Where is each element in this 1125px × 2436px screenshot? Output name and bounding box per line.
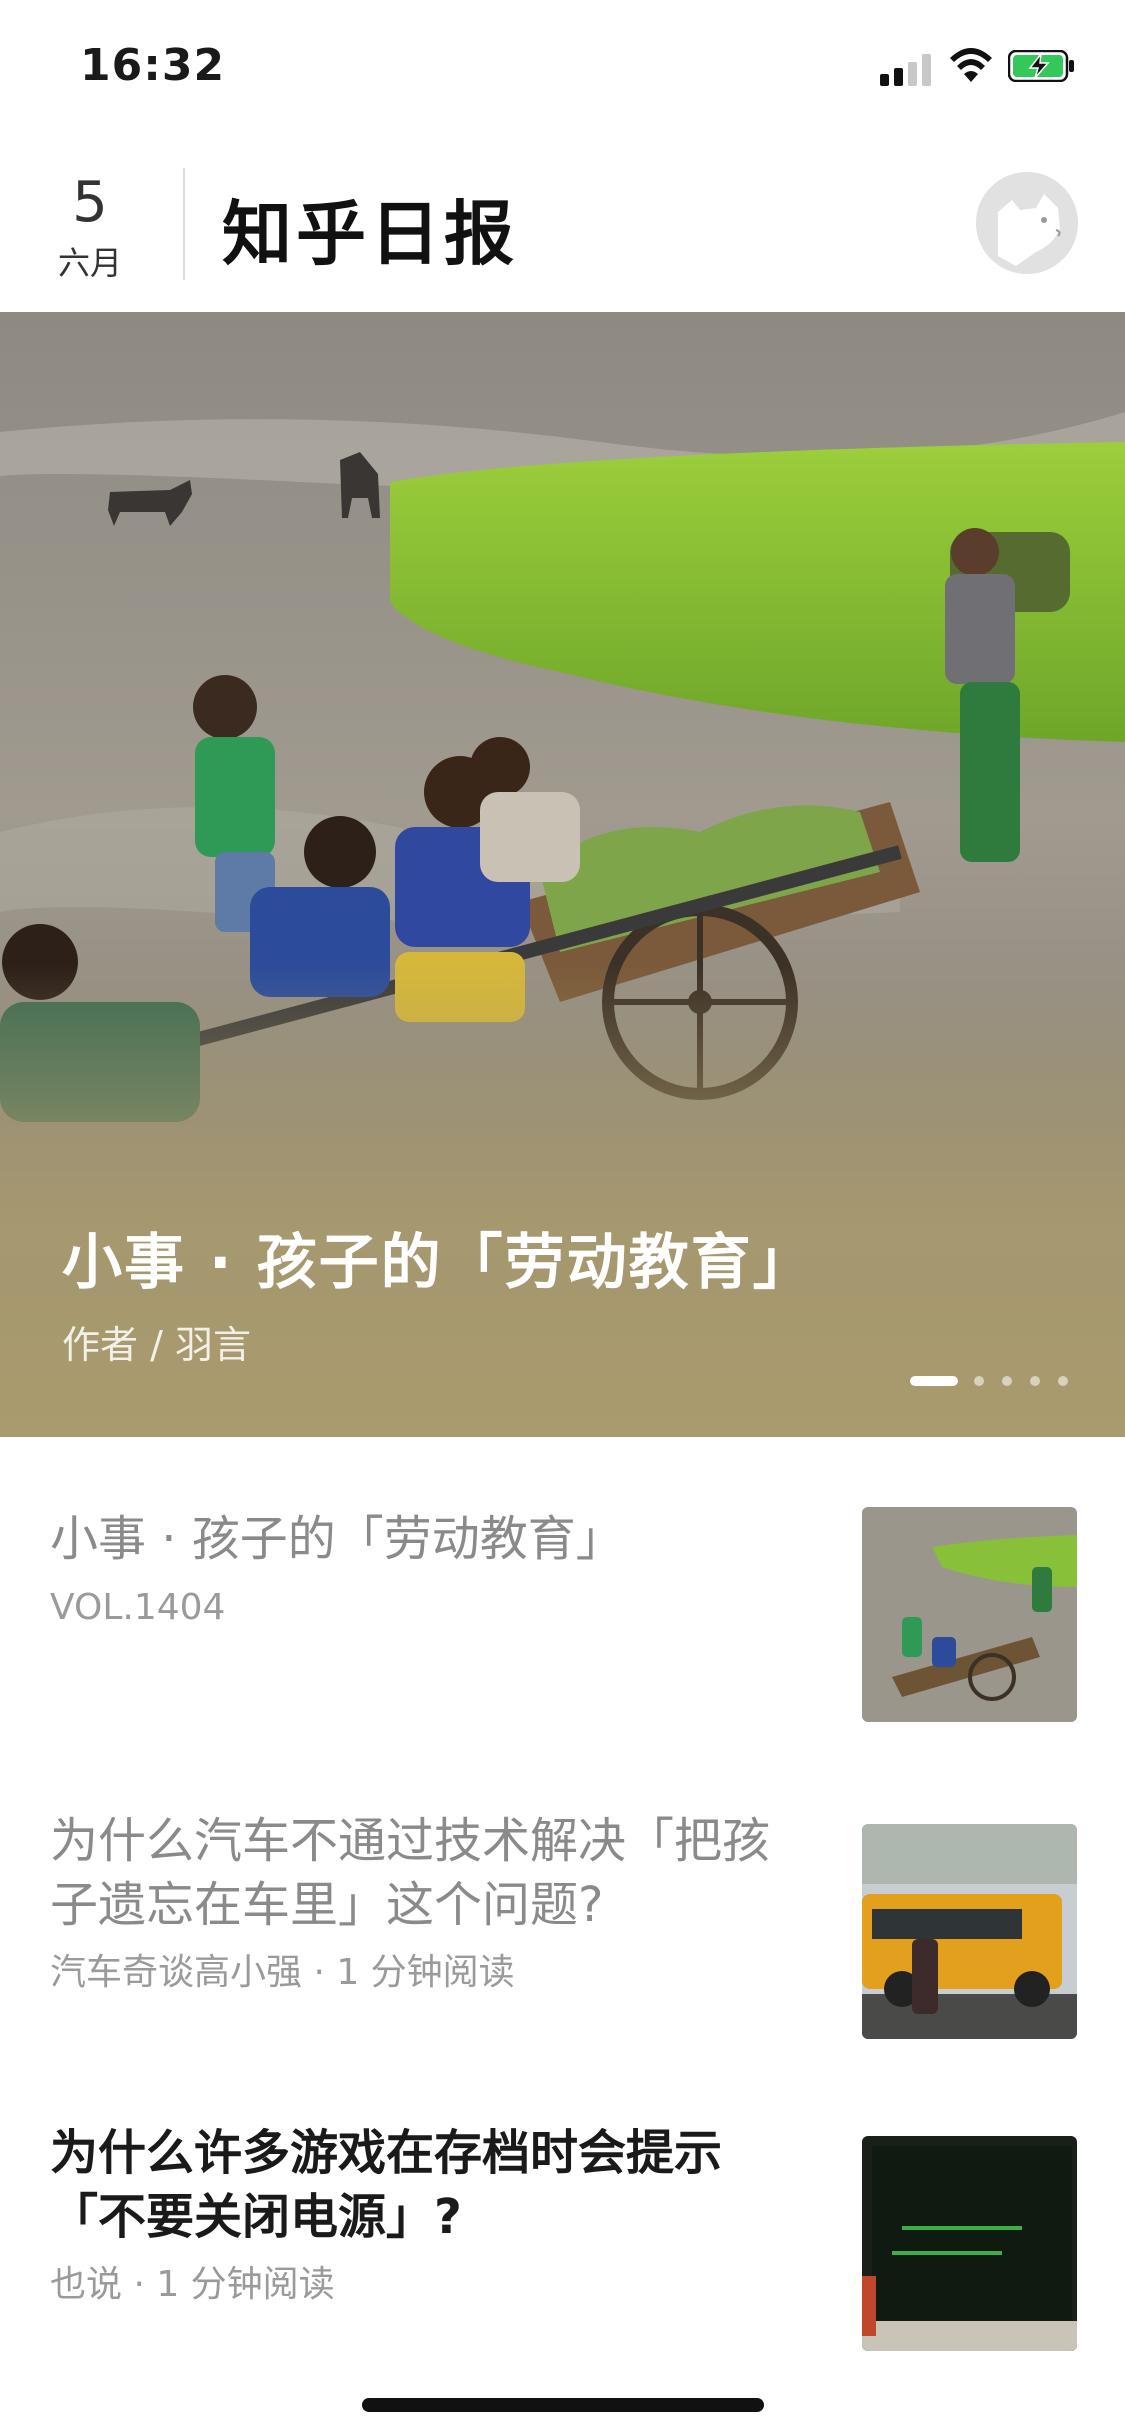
story-thumbnail[interactable] bbox=[862, 1824, 1077, 2039]
home-indicator[interactable] bbox=[362, 2398, 764, 2412]
list-item[interactable]: 小事 · 孩子的「劳动教育」 VOL.1404 bbox=[0, 1507, 1125, 1787]
status-bar: 16:32 bbox=[0, 0, 1125, 135]
story-title[interactable]: 为什么汽车不通过技术解决「把孩子遗忘在车里」这个问题? bbox=[50, 1809, 810, 1937]
carousel-dot[interactable] bbox=[1058, 1376, 1068, 1386]
app-header: 5 六月 知乎日报 bbox=[0, 160, 1125, 310]
carousel-dot[interactable] bbox=[1002, 1376, 1012, 1386]
wifi-icon bbox=[950, 48, 992, 82]
date-day: 5 bbox=[72, 170, 108, 235]
signal-icon bbox=[880, 52, 932, 86]
carousel-dot[interactable] bbox=[910, 1376, 958, 1386]
list-item[interactable]: 为什么汽车不通过技术解决「把孩子遗忘在车里」这个问题? 汽车奇谈高小强 · 1 … bbox=[0, 1813, 1125, 2099]
carousel-dot[interactable] bbox=[1030, 1376, 1040, 1386]
story-title[interactable]: 为什么许多游戏在存档时会提示「不要关闭电源」? bbox=[50, 2121, 810, 2249]
hero-title[interactable]: 小事 · 孩子的「劳动教育」 bbox=[62, 1214, 815, 1301]
rice-field-children-image bbox=[862, 1507, 1077, 1722]
date-month: 六月 bbox=[57, 244, 122, 282]
story-meta: VOL.1404 bbox=[50, 1587, 226, 1628]
story-thumbnail[interactable] bbox=[862, 1507, 1077, 1722]
hero-banner[interactable]: 小事 · 孩子的「劳动教育」 作者 / 羽言 bbox=[0, 312, 1125, 1437]
story-meta: 也说 · 1 分钟阅读 bbox=[50, 2264, 335, 2305]
battery-charging-icon bbox=[1008, 50, 1074, 82]
status-time: 16:32 bbox=[80, 40, 226, 91]
carousel-dot[interactable] bbox=[974, 1376, 984, 1386]
avatar[interactable] bbox=[976, 172, 1078, 274]
school-bus-image bbox=[862, 1824, 1077, 2039]
story-title[interactable]: 小事 · 孩子的「劳动教育」 bbox=[50, 1507, 810, 1571]
carousel-indicator[interactable] bbox=[910, 1376, 1080, 1390]
story-thumbnail[interactable] bbox=[862, 2136, 1077, 2351]
story-meta: 汽车奇谈高小强 · 1 分钟阅读 bbox=[50, 1952, 515, 1993]
header-divider bbox=[183, 168, 185, 280]
hero-author: 作者 / 羽言 bbox=[62, 1323, 251, 1367]
page-title: 知乎日报 bbox=[222, 193, 518, 275]
list-item[interactable]: 为什么许多游戏在存档时会提示「不要关闭电源」? 也说 · 1 分钟阅读 bbox=[0, 2125, 1125, 2411]
computer-screen-image bbox=[862, 2136, 1077, 2351]
avatar-dog-icon bbox=[976, 172, 1078, 274]
